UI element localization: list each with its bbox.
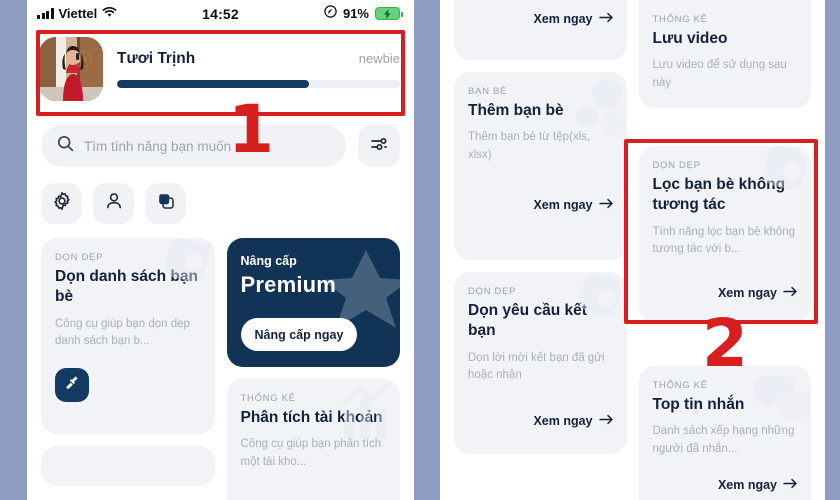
- card-link[interactable]: Xem ngay: [468, 198, 614, 212]
- filter-button[interactable]: [358, 125, 400, 167]
- card-title: Lọc bạn bè không tương tác: [652, 176, 786, 214]
- gear-icon: [52, 191, 72, 216]
- card-description: Danh sách xếp hạng những người đã nhắn..…: [652, 425, 795, 455]
- person-icon: [104, 191, 124, 216]
- arrow-right-icon: [783, 286, 798, 300]
- card-category: BẠN BÈ: [468, 86, 508, 97]
- card-category: THỐNG KÊ: [240, 393, 296, 404]
- left-content-columns: DỌN DẸP Dọn danh sách bạn bè Công cụ giú…: [27, 238, 414, 500]
- arrow-right-icon: [598, 12, 614, 26]
- card-category: DỌN DẸP: [55, 252, 104, 263]
- card-category: DỌN DẸP: [652, 160, 701, 171]
- avatar[interactable]: [39, 37, 103, 101]
- arrow-right-icon: [598, 198, 614, 212]
- card-filter-inactive-friends[interactable]: DỌN DẸP Lọc bạn bè không tương tác Tính …: [638, 146, 811, 322]
- card-link-label: Xem ngay: [533, 12, 593, 26]
- premium-upgrade-card[interactable]: Nâng cấp Premium Nâng cấp ngay: [226, 238, 400, 367]
- card-description: Dọn lời mời kết bạn đã gửi hoặc nhận: [468, 351, 605, 382]
- arrow-right-icon: [783, 478, 798, 492]
- left-phone-screen: Viettel 14:52 91% Tươi Trịnh newbie Tìm …: [27, 0, 414, 500]
- card-title: Thêm bạn bè: [468, 102, 564, 119]
- card-partial-top-right-left[interactable]: Xem ngay: [454, 0, 627, 60]
- card-clean-friend-requests[interactable]: DỌN DẸP Dọn yêu cầu kết bạn Dọn lời mời …: [454, 272, 627, 454]
- profile-name: Tươi Trịnh: [117, 50, 196, 67]
- sliders-filter-icon: [369, 135, 389, 158]
- card-link[interactable]: Xem ngay: [468, 12, 614, 26]
- card-category: THỐNG KÊ: [652, 14, 708, 25]
- search-row: Tìm tính năng bạn muốn: [27, 113, 414, 167]
- search-placeholder: Tìm tính năng bạn muốn: [84, 138, 232, 154]
- right-content-columns: Xem ngay BẠN BÈ Thêm bạn bè Thêm bạn bè …: [440, 0, 825, 500]
- account-button[interactable]: [93, 183, 134, 224]
- battery-charging-icon: [375, 7, 403, 20]
- star-watermark-icon: [322, 250, 400, 328]
- card-link-label: Xem ngay: [533, 197, 593, 212]
- card-link-label: Xem ngay: [717, 477, 777, 492]
- card-title: Top tin nhắn: [652, 396, 745, 413]
- status-bar-right: 91%: [324, 4, 403, 23]
- card-title: Dọn yêu cầu kết bạn: [468, 302, 587, 340]
- card-link[interactable]: Xem ngay: [468, 414, 614, 428]
- card-description: Thêm bạn bè từ tệp(xls, xlsx): [468, 131, 591, 161]
- search-input[interactable]: Tìm tính năng bạn muốn: [41, 125, 346, 167]
- card-save-video[interactable]: THỐNG KÊ Lưu video Lưu video để sử dụng …: [638, 0, 811, 108]
- quick-actions-row: [27, 167, 414, 224]
- card-action-icon-button[interactable]: [55, 368, 89, 403]
- left-column-2: Nâng cấp Premium Nâng cấp ngay THỐNG KÊ …: [226, 238, 400, 500]
- card-top-messages[interactable]: THỐNG KÊ Top tin nhắn Danh sách xếp hạng…: [638, 366, 811, 500]
- card-add-friends[interactable]: BẠN BÈ Thêm bạn bè Thêm bạn bè từ tệp(xl…: [454, 72, 627, 260]
- search-icon: [57, 135, 74, 157]
- battery-percent-label: 91%: [342, 6, 369, 21]
- profile-header[interactable]: Tươi Trịnh newbie: [27, 27, 414, 113]
- profile-info: Tươi Trịnh newbie: [117, 50, 400, 88]
- card-description: Tính năng lọc bạn bè không tương tác với…: [652, 225, 796, 256]
- card-category: DỌN DẸP: [468, 286, 517, 297]
- card-clean-friend-list[interactable]: DỌN DẸP Dọn danh sách bạn bè Công cụ giú…: [41, 238, 215, 434]
- multi-account-button[interactable]: [145, 183, 186, 224]
- status-bar: Viettel 14:52 91%: [27, 0, 414, 27]
- card-category: THỐNG KÊ: [652, 380, 708, 391]
- profile-name-row: Tươi Trịnh newbie: [117, 50, 400, 68]
- profile-progress-bar: [117, 80, 400, 88]
- card-link-label: Xem ngay: [717, 286, 777, 301]
- card-description: Công cụ giúp bạn phân tích một tài kho..…: [240, 438, 382, 468]
- card-account-analysis[interactable]: THỐNG KÊ Phân tích tài khoản Công cụ giú…: [226, 379, 400, 500]
- screenshot-stage: Viettel 14:52 91% Tươi Trịnh newbie Tìm …: [0, 0, 840, 500]
- right-column-1: Xem ngay BẠN BÈ Thêm bạn bè Thêm bạn bè …: [454, 0, 627, 500]
- copy-layers-icon: [156, 191, 176, 216]
- card-partial-bottom-left[interactable]: [41, 446, 215, 486]
- location-arrow-icon: [324, 4, 337, 23]
- card-description: Công cụ giúp bạn dọn dẹp danh sách bạn b…: [55, 317, 190, 348]
- card-link[interactable]: Xem ngay: [653, 478, 799, 492]
- card-title: Lưu video: [652, 30, 728, 47]
- card-link[interactable]: Xem ngay: [653, 286, 799, 300]
- card-link-label: Xem ngay: [533, 414, 593, 429]
- card-title: Dọn danh sách bạn bè: [55, 268, 198, 306]
- broom-clean-icon: [64, 374, 81, 396]
- right-column-2: THỐNG KÊ Lưu video Lưu video để sử dụng …: [638, 0, 811, 500]
- left-column-1: DỌN DẸP Dọn danh sách bạn bè Công cụ giú…: [41, 238, 215, 500]
- right-phone-screen: Xem ngay BẠN BÈ Thêm bạn bè Thêm bạn bè …: [440, 0, 825, 500]
- arrow-right-icon: [598, 414, 614, 428]
- profile-rank-badge: newbie: [358, 51, 400, 66]
- card-title: Phân tích tài khoản: [240, 409, 383, 426]
- settings-button[interactable]: [41, 183, 82, 224]
- card-description: Lưu video để sử dụng sau này: [652, 59, 787, 89]
